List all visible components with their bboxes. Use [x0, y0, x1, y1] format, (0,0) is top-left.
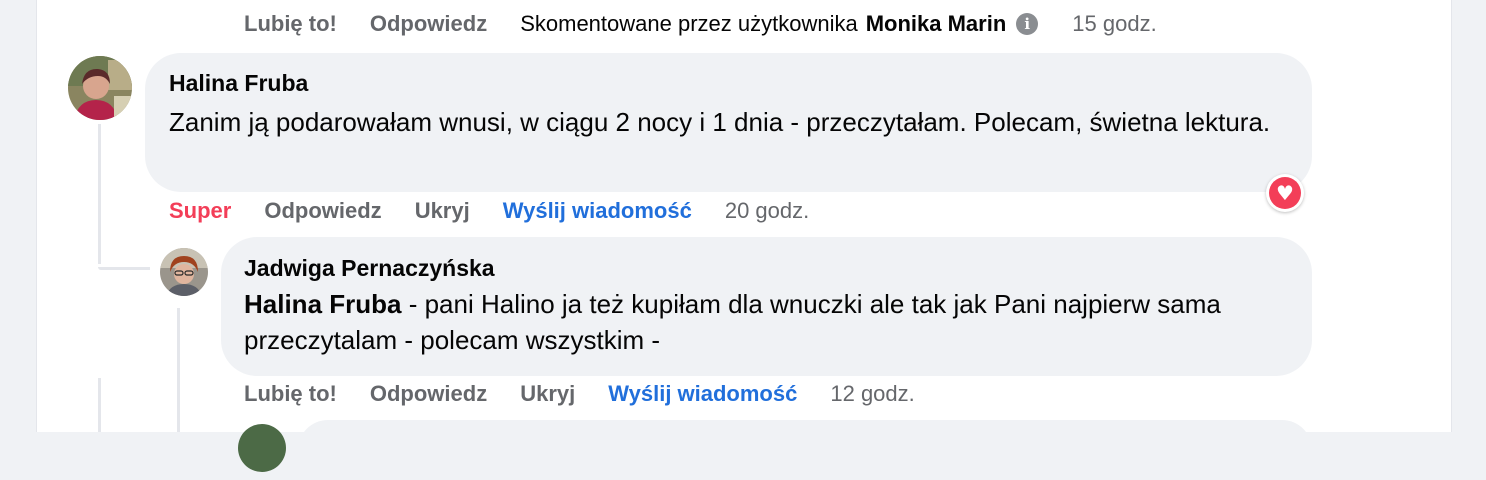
like-button[interactable]: Lubię to!	[244, 381, 337, 407]
thread-line	[98, 124, 101, 264]
comment-author[interactable]: Jadwiga Pernaczyńska	[244, 255, 495, 282]
reaction-badge[interactable]: ♥	[1266, 174, 1304, 212]
thread-connector	[98, 267, 150, 270]
info-icon[interactable]: i	[1016, 13, 1039, 35]
comment-text: Halina Fruba - pani Halino ja też kupiła…	[244, 286, 1254, 358]
heart-icon: ♥	[1269, 177, 1301, 209]
avatar[interactable]	[68, 56, 132, 120]
avatar[interactable]	[160, 248, 208, 296]
mention-link[interactable]: Halina Fruba	[244, 289, 401, 319]
like-button[interactable]: Lubię to!	[244, 11, 337, 37]
send-message-button[interactable]: Wyślij wiadomość	[503, 198, 692, 224]
comment-bubble	[298, 420, 1312, 480]
comment-time[interactable]: 20 godz.	[725, 198, 809, 224]
commented-by-name[interactable]: Monika Marin	[866, 11, 1007, 37]
hide-button[interactable]: Ukryj	[520, 381, 575, 407]
comment-actions: Super Odpowiedz Ukryj Wyślij wiadomość 2…	[169, 198, 809, 224]
send-message-button[interactable]: Wyślij wiadomość	[608, 381, 797, 407]
reply-button[interactable]: Odpowiedz	[264, 198, 381, 224]
commented-by-text: Skomentowane przez użytkownika	[520, 11, 858, 36]
hide-button[interactable]: Ukryj	[415, 198, 470, 224]
comment-time[interactable]: 12 godz.	[830, 381, 914, 407]
top-comment-actions: Lubię to! Odpowiedz Skomentowane przez u…	[244, 11, 1157, 37]
comment-actions: Lubię to! Odpowiedz Ukryj Wyślij wiadomo…	[244, 381, 915, 407]
comment-time[interactable]: 15 godz.	[1072, 11, 1156, 37]
thread-line	[98, 378, 101, 432]
reply-button[interactable]: Odpowiedz	[370, 381, 487, 407]
comment-author[interactable]: Halina Fruba	[169, 70, 308, 97]
thread-line	[177, 308, 180, 432]
reaction-button[interactable]: Super	[169, 198, 231, 224]
comment-text: Zanim ją podarowałam wnusi, w ciągu 2 no…	[169, 107, 1271, 137]
avatar[interactable]	[238, 424, 286, 472]
reply-button[interactable]: Odpowiedz	[370, 11, 487, 37]
